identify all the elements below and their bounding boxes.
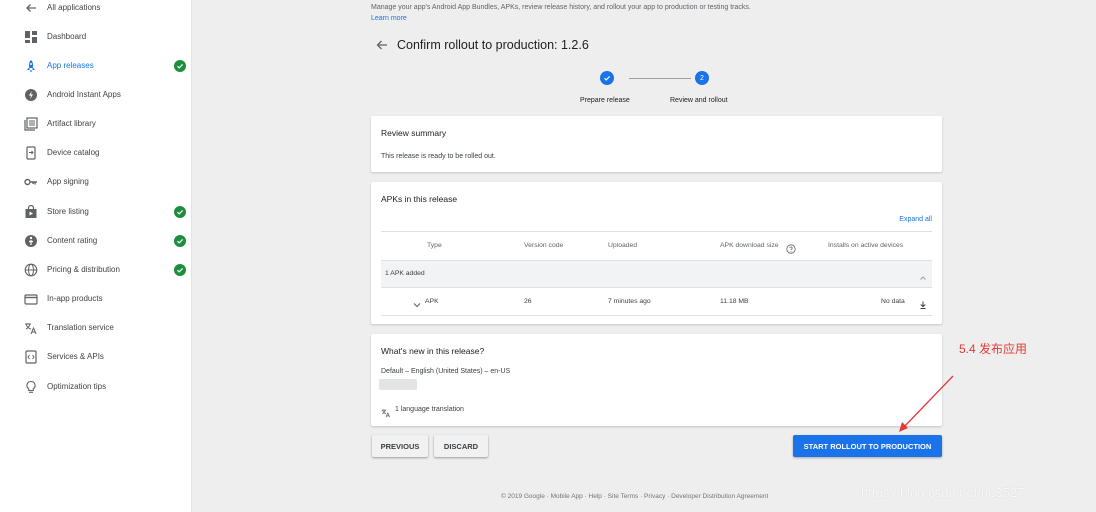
step-2-badge: 2 — [695, 71, 709, 85]
whats-new-language: Default – English (United States) – en-U… — [381, 368, 511, 375]
sidebar-item-app-signing[interactable]: App signing — [0, 167, 192, 196]
sidebar-item-device-catalog[interactable]: Device catalog — [0, 138, 192, 167]
device-icon — [24, 145, 38, 160]
start-rollout-button[interactable]: START ROLLOUT TO PRODUCTION — [793, 435, 942, 457]
table-header-row: Type Version code Uploaded APK download … — [381, 231, 932, 260]
bulb-icon — [24, 380, 38, 394]
step-2-label: Review and rollout — [670, 97, 728, 104]
intro-text: Manage your app's Android App Bundles, A… — [371, 4, 751, 11]
download-icon[interactable] — [918, 297, 928, 315]
annotation-arrow — [899, 375, 954, 432]
arrow-left-icon — [24, 1, 38, 15]
sidebar-item-optimization-tips[interactable]: Optimization tips — [0, 372, 192, 401]
column-header: Uploaded — [608, 242, 638, 249]
sidebar-item-label: In-app products — [47, 294, 103, 303]
column-header: APK download size — [720, 242, 779, 249]
bolt-icon — [24, 88, 38, 102]
review-summary-text: This release is ready to be rolled out. — [381, 153, 496, 160]
sidebar-item-in-app-products[interactable]: In-app products — [0, 284, 192, 313]
sidebar-item-artifact-library[interactable]: Artifact library — [0, 109, 192, 138]
blurred-release-notes — [379, 379, 417, 390]
rocket-icon — [24, 59, 38, 73]
api-icon — [24, 349, 38, 364]
apk-installs: No data — [881, 298, 905, 305]
page-title-row: Confirm rollout to production: 1.2.6 — [375, 38, 589, 52]
sidebar-item-label: Pricing & distribution — [47, 265, 120, 274]
check-icon — [174, 234, 186, 247]
discard-button[interactable]: DISCARD — [434, 435, 488, 457]
expand-all-link[interactable]: Expand all — [899, 216, 932, 223]
key-icon — [24, 175, 38, 189]
sidebar-item-label: Android Instant Apps — [47, 90, 121, 99]
column-header: Type — [427, 242, 442, 249]
sidebar-item-content-rating[interactable]: Content rating — [0, 226, 192, 255]
review-summary-title: Review summary — [381, 128, 447, 138]
sidebar-item-label: Device catalog — [47, 148, 100, 157]
check-icon — [174, 59, 186, 72]
sidebar: All applications Dashboard App releases … — [0, 0, 192, 512]
annotation-label: 5.4 发布应用 — [959, 342, 1028, 356]
sidebar-item-label: Store listing — [47, 207, 89, 216]
step-connector — [629, 78, 691, 79]
rating-icon — [24, 234, 38, 248]
column-header: Version code — [524, 242, 564, 249]
apk-group-row[interactable]: 1 APK added — [381, 260, 932, 287]
watermark: https://blog.csdn.net/he3527 — [861, 485, 1025, 500]
whats-new-card: What's new in this release? Default – En… — [371, 334, 942, 426]
sidebar-item-android-instant-apps[interactable]: Android Instant Apps — [0, 80, 192, 109]
apk-version-code: 26 — [524, 298, 532, 305]
translate-icon — [381, 405, 391, 423]
help-icon[interactable] — [786, 241, 796, 259]
dashboard-icon — [24, 30, 38, 44]
sidebar-item-dashboard[interactable]: Dashboard — [0, 22, 192, 51]
sidebar-item-store-listing[interactable]: Store listing — [0, 197, 192, 226]
column-header: Installs on active devices — [828, 242, 904, 249]
table-row: APK 26 7 minutes ago 11.18 MB No data — [381, 287, 932, 316]
check-icon — [174, 263, 186, 276]
sidebar-item-label: Services & APIs — [47, 352, 104, 361]
sidebar-item-label: Artifact library — [47, 119, 96, 128]
main-content: Manage your app's Android App Bundles, A… — [193, 0, 1096, 512]
sidebar-item-label: Optimization tips — [47, 382, 107, 391]
learn-more-link[interactable]: Learn more — [371, 15, 407, 22]
apks-card: APKs in this release Expand all Type Ver… — [371, 182, 942, 324]
page-title: Confirm rollout to production: 1.2.6 — [397, 38, 589, 52]
footer: © 2019 Google · Mobile App · Help · Site… — [501, 493, 769, 500]
all-applications-label: All applications — [47, 3, 101, 12]
apk-size: 11.18 MB — [720, 298, 749, 305]
all-applications-link[interactable]: All applications — [0, 0, 192, 22]
sidebar-item-app-releases[interactable]: App releases — [0, 51, 192, 80]
chevron-up-icon[interactable] — [918, 270, 928, 288]
sidebar-item-translation-service[interactable]: Translation service — [0, 313, 192, 342]
globe-icon — [24, 263, 38, 277]
apks-title: APKs in this release — [381, 194, 458, 204]
translations-count: 1 language translation — [395, 406, 464, 413]
chevron-down-icon[interactable] — [412, 297, 422, 315]
sidebar-item-label: Translation service — [47, 323, 114, 332]
card-icon — [24, 292, 38, 306]
sidebar-item-pricing-distribution[interactable]: Pricing & distribution — [0, 255, 192, 284]
sidebar-item-services-apis[interactable]: Services & APIs — [0, 342, 192, 371]
translate-icon — [24, 321, 38, 335]
check-icon — [174, 205, 186, 218]
sidebar-item-label: App releases — [47, 61, 94, 70]
library-icon — [24, 116, 38, 131]
review-summary-card: Review summary This release is ready to … — [371, 116, 942, 172]
previous-button[interactable]: PREVIOUS — [372, 435, 428, 457]
sidebar-item-label: App signing — [47, 177, 89, 186]
apk-type: APK — [425, 298, 439, 305]
apk-uploaded: 7 minutes ago — [608, 298, 651, 305]
step-1-label: Prepare release — [580, 97, 630, 104]
apk-group-label: 1 APK added — [385, 270, 425, 277]
sidebar-item-label: Content rating — [47, 236, 98, 245]
sidebar-item-label: Dashboard — [47, 32, 87, 41]
store-icon — [24, 204, 38, 219]
step-1-complete-icon — [600, 71, 614, 85]
release-stepper: 2 Prepare release Review and rollout — [573, 71, 733, 111]
whats-new-title: What's new in this release? — [381, 346, 485, 356]
back-arrow-icon[interactable] — [375, 38, 389, 52]
